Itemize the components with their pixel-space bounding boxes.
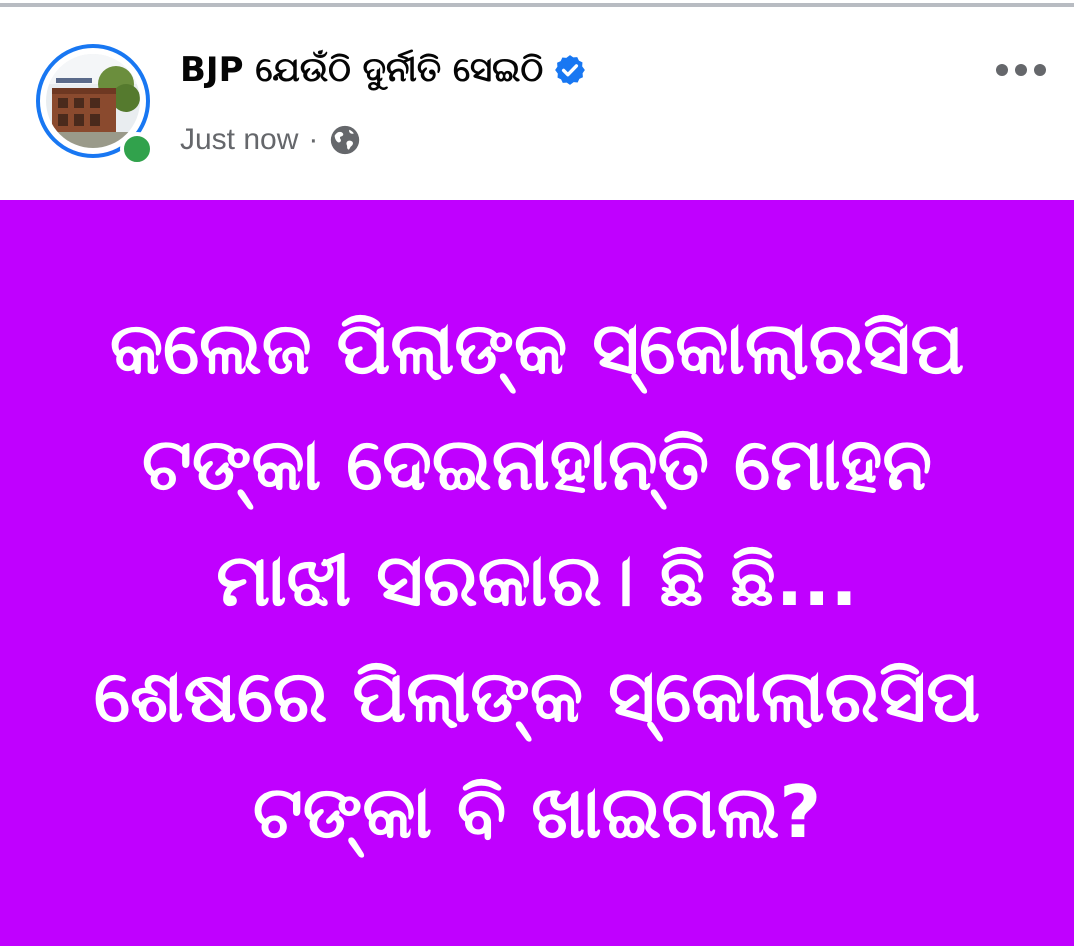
- more-options-icon-dot: [1034, 64, 1046, 76]
- globe-icon[interactable]: [328, 123, 362, 157]
- facebook-post: BJP ଯେଉଁଠି ଦୁର୍ନୀତି ସେଇଠି Just now · କଲେ…: [0, 0, 1074, 950]
- page-name[interactable]: BJP ଯେଉଁଠି ଦୁର୍ନୀତି ସେଇଠି: [180, 50, 543, 90]
- meta-separator: ·: [308, 123, 319, 156]
- post-meta: Just now ·: [180, 118, 362, 162]
- page-name-row: BJP ଯେଉଁଠି ଦୁର୍ନୀତି ସେଇଠି: [180, 44, 587, 96]
- page-avatar[interactable]: [36, 44, 156, 166]
- post-text: କଲେଜ ପିଲାଙ୍କ ସ୍କୋଲାରସିପ ଟଙ୍କା ଦେଇନାହାନ୍ତି…: [57, 290, 1017, 870]
- text-post-card[interactable]: କଲେଜ ପିଲାଙ୍କ ସ୍କୋଲାରସିପ ଟଙ୍କା ଦେଇନାହାନ୍ତି…: [0, 200, 1074, 946]
- more-options-button[interactable]: [986, 52, 1056, 88]
- more-options-icon-dot: [1015, 64, 1027, 76]
- post-timestamp[interactable]: Just now: [180, 123, 298, 157]
- post-text-line: ମାଝୀ ସରକାର। ଛି ଛି...: [216, 538, 858, 622]
- post-text-line: ଶେଷରେ ପିଲାଙ୍କ ସ୍କୋଲାରସିପ: [93, 654, 981, 738]
- more-options-icon: [996, 64, 1008, 76]
- post-text-line: କଲେଜ ପିଲାଙ୍କ ସ୍କୋଲାରସିପ: [109, 306, 965, 390]
- top-divider: [0, 3, 1074, 7]
- verified-badge-icon: [553, 53, 587, 87]
- online-status-dot: [120, 132, 154, 166]
- post-text-line: ଟଙ୍କା ବି ଖାଇଗଲ?: [252, 770, 822, 854]
- post-text-line: ଟଙ୍କା ଦେଇନାହାନ୍ତି ମୋହନ: [142, 422, 932, 506]
- avatar-image: [46, 54, 140, 148]
